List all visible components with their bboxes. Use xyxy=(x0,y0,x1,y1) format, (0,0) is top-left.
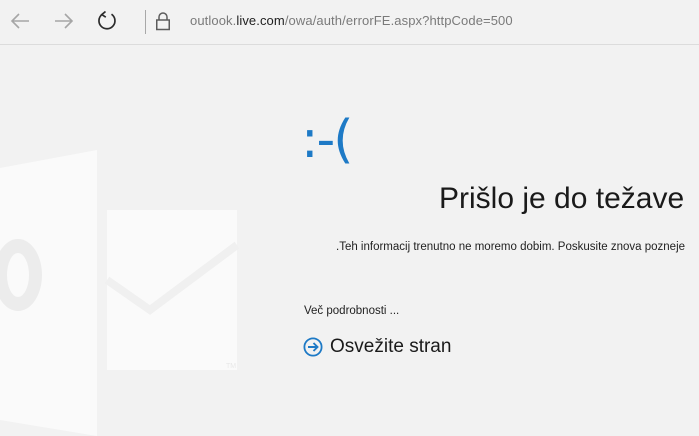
outlook-logo-watermark: TM xyxy=(0,150,240,436)
toolbar-separator xyxy=(145,10,146,34)
more-details-link[interactable]: Več podrobnosti ... xyxy=(304,305,399,317)
url-path: /owa/auth/errorFE.aspx?httpCode=500 xyxy=(284,13,513,28)
forward-button[interactable] xyxy=(49,6,79,36)
refresh-page-label: Osvežite stran xyxy=(330,336,452,357)
arrow-circle-right-icon xyxy=(303,337,323,357)
refresh-page-link[interactable]: Osvežite stran xyxy=(303,336,451,358)
arrow-left-icon xyxy=(10,13,29,29)
address-bar[interactable]: outlook.live.com/owa/auth/errorFE.aspx?h… xyxy=(190,13,513,31)
arrow-right-icon xyxy=(55,13,74,29)
browser-toolbar: outlook.live.com/owa/auth/errorFE.aspx?h… xyxy=(0,0,699,45)
back-button[interactable] xyxy=(5,6,35,36)
refresh-icon xyxy=(98,10,116,30)
sad-face-emoticon: :-( xyxy=(301,110,354,170)
error-message: .Teh informacij trenutno ne moremo dobim… xyxy=(336,241,686,253)
refresh-button[interactable] xyxy=(92,6,122,36)
error-title: Prišlo je do težave xyxy=(439,182,685,215)
svg-text:TM: TM xyxy=(226,363,236,370)
url-host: live.com xyxy=(236,13,285,28)
url-prefix: outlook. xyxy=(190,13,237,28)
lock-icon xyxy=(156,12,170,31)
